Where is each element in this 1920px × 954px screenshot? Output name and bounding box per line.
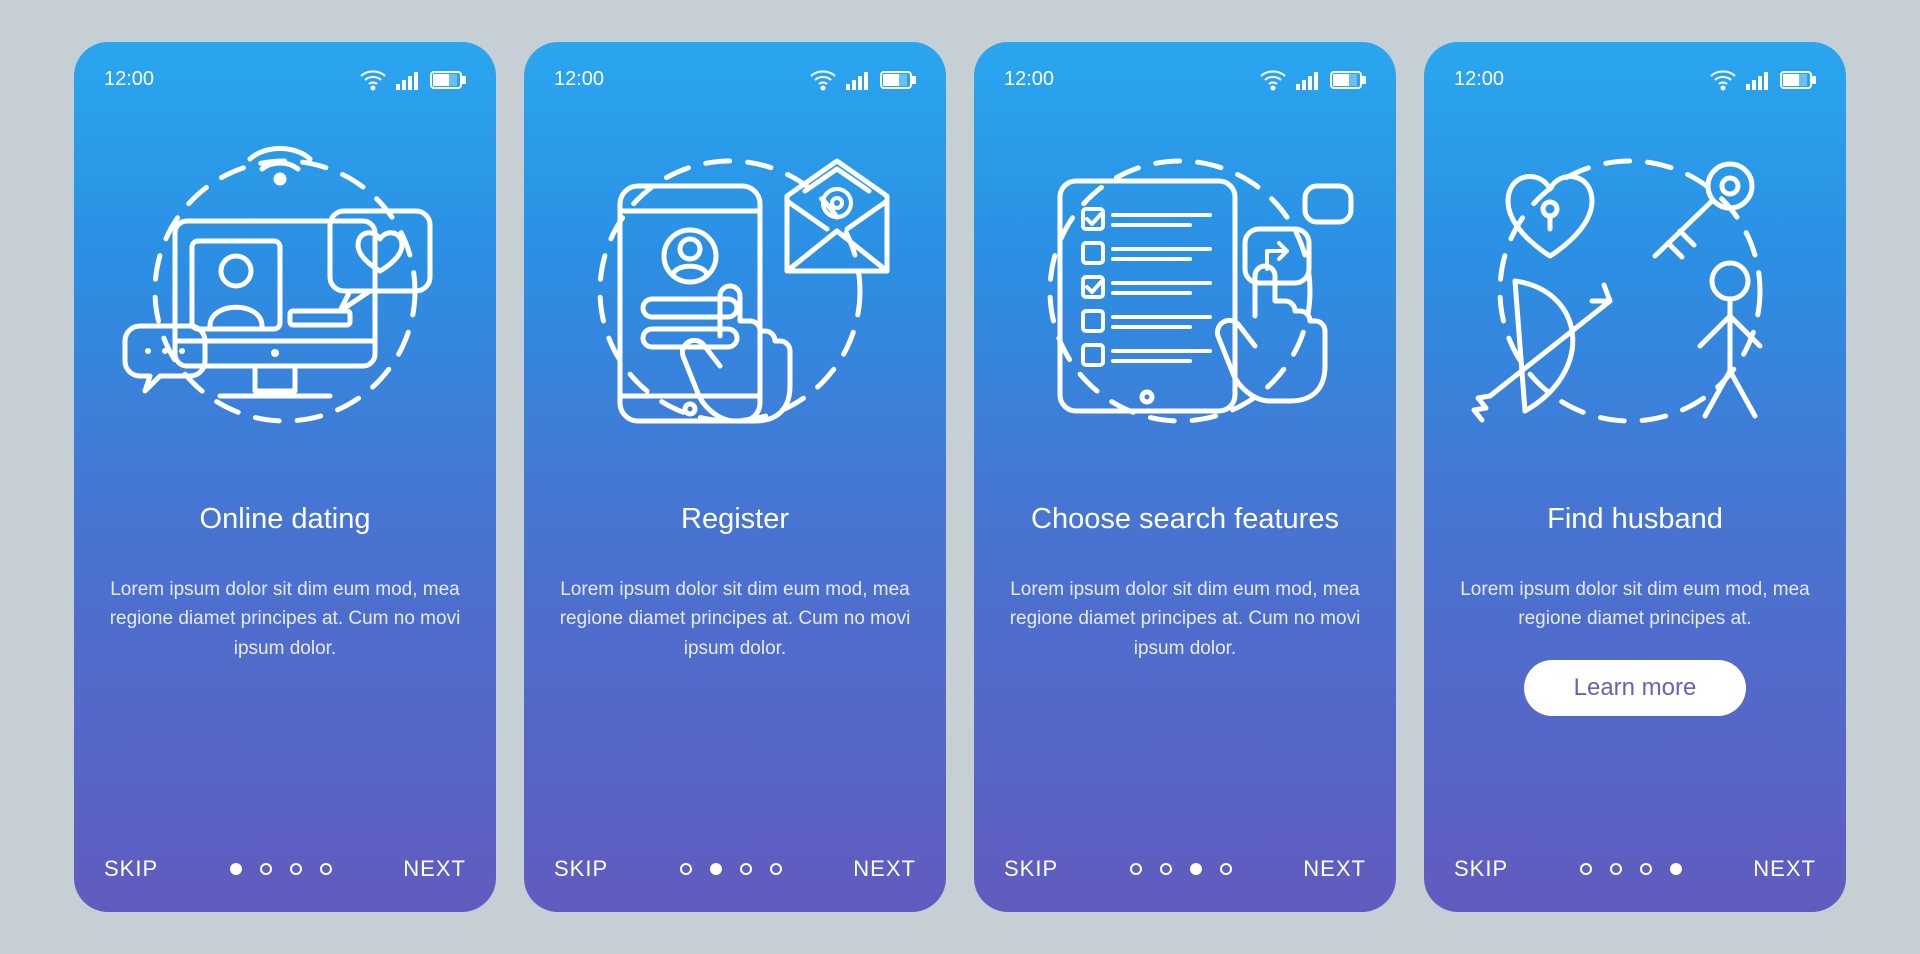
status-icons xyxy=(1710,70,1816,90)
screen-description: Lorem ipsum dolor sit dim eum mod, mea r… xyxy=(554,575,916,663)
dot-2[interactable] xyxy=(260,863,272,875)
dot-2[interactable] xyxy=(710,863,722,875)
screen-title: Find husband xyxy=(1454,483,1816,555)
learn-more-button[interactable]: Learn more xyxy=(1524,660,1747,716)
illustration-online-dating xyxy=(104,121,466,451)
wifi-icon xyxy=(1260,70,1286,90)
screen-description: Lorem ipsum dolor sit dim eum mod, mea r… xyxy=(104,575,466,663)
skip-button[interactable]: SKIP xyxy=(1454,856,1508,882)
status-bar: 12:00 xyxy=(1454,68,1816,91)
status-bar: 12:00 xyxy=(104,68,466,91)
signal-icon xyxy=(1296,70,1320,90)
status-icons xyxy=(810,70,916,90)
status-time: 12:00 xyxy=(104,68,154,91)
next-button[interactable]: NEXT xyxy=(1753,856,1816,882)
dot-4[interactable] xyxy=(1220,863,1232,875)
screen-description: Lorem ipsum dolor sit dim eum mod, mea r… xyxy=(1454,575,1816,634)
status-icons xyxy=(360,70,466,90)
dot-3[interactable] xyxy=(740,863,752,875)
onboarding-screen-2: 12:00 xyxy=(524,42,946,912)
signal-icon xyxy=(1746,70,1770,90)
page-indicator xyxy=(1130,863,1232,875)
dot-4[interactable] xyxy=(320,863,332,875)
onboarding-footer: SKIP NEXT xyxy=(1454,856,1816,882)
screen-title: Online dating xyxy=(104,483,466,555)
screen-title: Register xyxy=(554,483,916,555)
dot-1[interactable] xyxy=(1130,863,1142,875)
signal-icon xyxy=(846,70,870,90)
status-bar: 12:00 xyxy=(1004,68,1366,91)
signal-icon xyxy=(396,70,420,90)
status-time: 12:00 xyxy=(554,68,604,91)
onboarding-screen-3: 12:00 xyxy=(974,42,1396,912)
onboarding-screen-4: 12:00 xyxy=(1424,42,1846,912)
battery-icon xyxy=(1780,70,1816,90)
onboarding-screen-1: 12:00 xyxy=(74,42,496,912)
dot-4[interactable] xyxy=(770,863,782,875)
status-bar: 12:00 xyxy=(554,68,916,91)
next-button[interactable]: NEXT xyxy=(403,856,466,882)
page-indicator xyxy=(680,863,782,875)
dot-2[interactable] xyxy=(1160,863,1172,875)
battery-icon xyxy=(430,70,466,90)
battery-icon xyxy=(1330,70,1366,90)
skip-button[interactable]: SKIP xyxy=(104,856,158,882)
onboarding-footer: SKIP NEXT xyxy=(1004,856,1366,882)
skip-button[interactable]: SKIP xyxy=(1004,856,1058,882)
dot-2[interactable] xyxy=(1610,863,1622,875)
dot-1[interactable] xyxy=(1580,863,1592,875)
next-button[interactable]: NEXT xyxy=(1303,856,1366,882)
illustration-find-husband xyxy=(1454,121,1816,451)
dot-1[interactable] xyxy=(230,863,242,875)
onboarding-footer: SKIP NEXT xyxy=(554,856,916,882)
wifi-icon xyxy=(810,70,836,90)
dot-3[interactable] xyxy=(290,863,302,875)
page-indicator xyxy=(230,863,332,875)
dot-1[interactable] xyxy=(680,863,692,875)
dot-4[interactable] xyxy=(1670,863,1682,875)
screen-title: Choose search features xyxy=(1004,483,1366,555)
illustration-register xyxy=(554,121,916,451)
screen-description: Lorem ipsum dolor sit dim eum mod, mea r… xyxy=(1004,575,1366,663)
onboarding-footer: SKIP NEXT xyxy=(104,856,466,882)
dot-3[interactable] xyxy=(1190,863,1202,875)
wifi-icon xyxy=(360,70,386,90)
next-button[interactable]: NEXT xyxy=(853,856,916,882)
illustration-search-features xyxy=(1004,121,1366,451)
status-icons xyxy=(1260,70,1366,90)
status-time: 12:00 xyxy=(1004,68,1054,91)
skip-button[interactable]: SKIP xyxy=(554,856,608,882)
battery-icon xyxy=(880,70,916,90)
status-time: 12:00 xyxy=(1454,68,1504,91)
page-indicator xyxy=(1580,863,1682,875)
dot-3[interactable] xyxy=(1640,863,1652,875)
wifi-icon xyxy=(1710,70,1736,90)
